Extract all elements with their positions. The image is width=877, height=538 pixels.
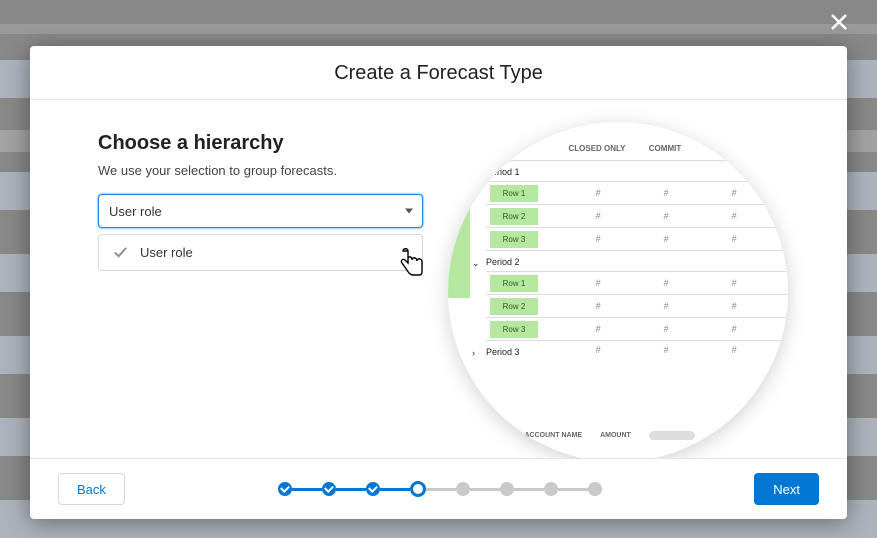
- stepper-step[interactable]: [410, 481, 426, 497]
- stepper-step[interactable]: [366, 482, 380, 496]
- hierarchy-input[interactable]: [98, 194, 423, 228]
- preview-period: ⌄Period 1: [468, 161, 788, 181]
- back-button[interactable]: Back: [58, 473, 125, 505]
- stepper-bar: [380, 488, 410, 491]
- stepper-step[interactable]: [456, 482, 470, 496]
- preview-row: Row 1###: [468, 272, 788, 294]
- stepper-step[interactable]: [278, 482, 292, 496]
- hierarchy-option-user-role[interactable]: User role: [99, 235, 422, 270]
- next-button[interactable]: Next: [754, 473, 819, 505]
- stepper-step[interactable]: [322, 482, 336, 496]
- stepper-bar: [558, 488, 588, 491]
- progress-stepper: [278, 481, 602, 497]
- stepper-bar: [470, 488, 500, 491]
- preview-col-header: CLOSED ONLY: [563, 144, 631, 153]
- modal-title: Create a Forecast Type: [30, 46, 847, 100]
- close-icon[interactable]: [825, 8, 853, 36]
- modal: Create a Forecast Type Choose a hierarch…: [30, 46, 847, 519]
- preview-pill: [649, 431, 695, 440]
- preview-bottom-col: ACCOUNT NAME: [525, 432, 583, 439]
- stepper-step[interactable]: [588, 482, 602, 496]
- stepper-bar: [292, 488, 322, 491]
- preview-col-header: BES: [699, 144, 767, 153]
- preview-period: ⌄Period 2: [468, 251, 788, 271]
- hierarchy-combobox[interactable]: [98, 194, 423, 228]
- hierarchy-option-label: User role: [140, 245, 193, 260]
- stepper-bar: [336, 488, 366, 491]
- preview-bottom-col: ME: [496, 432, 507, 439]
- preview-row: Row 1###: [468, 182, 788, 204]
- preview-illustration: CLOSED ONLY COMMIT BES ⌄Period 1Row 1###…: [448, 122, 788, 458]
- preview-row: Row 3###: [468, 318, 788, 340]
- section-subtext: We use your selection to group forecasts…: [98, 163, 428, 178]
- check-icon: [113, 245, 128, 260]
- preview-row: Row 2###: [468, 295, 788, 317]
- stepper-step[interactable]: [500, 482, 514, 496]
- preview-row: Row 2###: [468, 205, 788, 227]
- preview-bottom-col: AMOUNT: [600, 432, 631, 439]
- section-heading: Choose a hierarchy: [98, 132, 428, 155]
- stepper-bar: [514, 488, 544, 491]
- stepper-bar: [426, 488, 456, 491]
- hierarchy-dropdown: User role: [98, 234, 423, 271]
- preview-col-header: COMMIT: [631, 144, 699, 153]
- stepper-step[interactable]: [544, 482, 558, 496]
- preview-row: Row 3###: [468, 228, 788, 250]
- chevron-down-icon: [405, 209, 413, 214]
